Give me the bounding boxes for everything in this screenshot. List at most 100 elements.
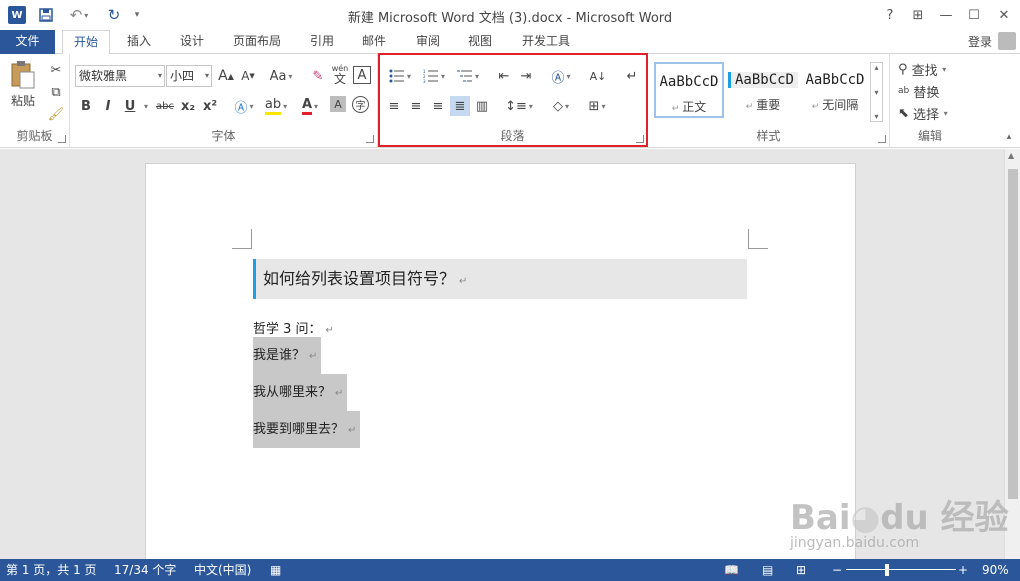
- tab-home[interactable]: 开始: [62, 30, 110, 55]
- maximize-button[interactable]: ☐: [960, 4, 988, 26]
- chevron-up-icon[interactable]: ▲: [1008, 151, 1014, 160]
- grow-font-button[interactable]: A ▲: [216, 66, 236, 86]
- help-button[interactable]: ?: [876, 4, 904, 26]
- format-painter-icon[interactable]: 🖌: [46, 104, 66, 124]
- shading-icon[interactable]: ◇ ▾: [546, 96, 576, 116]
- select-button[interactable]: ⬉ 选择 ▾: [898, 104, 948, 123]
- justify-icon[interactable]: ≣: [450, 96, 470, 116]
- decrease-indent-icon[interactable]: ⇤: [494, 66, 514, 86]
- borders-icon[interactable]: ⊞ ▾: [582, 96, 612, 116]
- align-right-icon[interactable]: ≡: [428, 96, 448, 116]
- style-important[interactable]: AaBbCcD ↵ 重要: [728, 62, 798, 118]
- italic-button[interactable]: I: [98, 96, 118, 116]
- paragraph-launcher-icon[interactable]: [636, 135, 644, 143]
- numbering-icon[interactable]: 1 2 3 ▾: [418, 66, 450, 86]
- font-size-combo[interactable]: 小四 ▾: [166, 65, 212, 87]
- zoom-slider[interactable]: [846, 569, 956, 570]
- web-layout-icon[interactable]: ⊞: [796, 559, 806, 581]
- align-center-icon[interactable]: ≡: [406, 96, 426, 116]
- tab-insert[interactable]: 插入: [116, 30, 162, 54]
- superscript-button[interactable]: x²: [200, 96, 220, 116]
- intro-paragraph[interactable]: 哲学 3 问： ↵: [253, 318, 334, 337]
- text-effects-icon[interactable]: Ⓐ ▾: [230, 96, 258, 116]
- clipboard-launcher-icon[interactable]: [58, 135, 66, 143]
- chevron-down-icon[interactable]: ▾: [874, 88, 878, 97]
- avatar[interactable]: [998, 32, 1016, 50]
- enclose-characters-icon[interactable]: 字: [352, 96, 369, 113]
- page-count[interactable]: 第 1 页，共 1 页: [6, 559, 97, 581]
- list-item[interactable]: 我是谁？ ↵: [253, 337, 322, 374]
- read-mode-icon[interactable]: 📖: [724, 559, 739, 581]
- language-indicator[interactable]: 中文(中国): [194, 559, 251, 581]
- scrollbar-thumb[interactable]: [1008, 169, 1018, 499]
- subscript-button[interactable]: x₂: [178, 96, 198, 116]
- tab-developer[interactable]: 开发工具: [510, 30, 582, 54]
- bullets-icon[interactable]: ▾: [384, 66, 416, 86]
- tab-page-layout[interactable]: 页面布局: [222, 30, 292, 54]
- zoom-out-button[interactable]: −: [832, 559, 842, 581]
- increase-indent-icon[interactable]: ⇥: [516, 66, 536, 86]
- styles-launcher-icon[interactable]: [878, 135, 886, 143]
- character-shading-icon[interactable]: A: [330, 96, 346, 112]
- font-color-icon[interactable]: A ▾: [296, 96, 324, 116]
- character-border-button[interactable]: A: [353, 66, 371, 84]
- sort-icon[interactable]: A↓: [588, 66, 608, 86]
- more-styles-icon[interactable]: ▾: [874, 112, 878, 121]
- tab-mailings[interactable]: 邮件: [352, 30, 396, 54]
- paste-button[interactable]: 粘贴: [6, 58, 40, 110]
- styles-gallery-scroll[interactable]: ▴ ▾ ▾: [870, 62, 883, 122]
- list-item[interactable]: 我要到哪里去？ ↵: [253, 411, 361, 448]
- ribbon-display-options-button[interactable]: ⊞: [904, 4, 932, 26]
- document-heading[interactable]: 如何给列表设置项目符号？ ↵: [253, 259, 747, 299]
- minimize-button[interactable]: —: [932, 4, 960, 26]
- clipboard-group: 粘贴 ✂ ⧉ 🖌 剪贴板: [0, 54, 70, 148]
- style-normal[interactable]: AaBbCcD ↵ 正文: [654, 62, 724, 118]
- clear-formatting-icon[interactable]: ✎: [308, 66, 328, 86]
- paragraph-group: ▾ 1 2 3 ▾ ▾ ⇤ ⇥ Ⓐ ▾ A↓ ↵ ≡ ≡ ≡ ≣ ▥ ↕≡ ▾ ◇ ▾ ⊞ ▾…: [378, 54, 648, 148]
- bold-button[interactable]: B: [76, 96, 96, 116]
- style-name: ↵ 无间隔: [811, 98, 859, 112]
- find-button[interactable]: ⚲ 查找 ▾: [898, 60, 946, 79]
- print-layout-icon[interactable]: ▤: [762, 559, 773, 581]
- underline-button[interactable]: U: [120, 96, 140, 116]
- style-no-spacing[interactable]: AaBbCcD ↵ 无间隔: [800, 62, 870, 118]
- tab-file[interactable]: 文件: [0, 30, 55, 54]
- font-name-combo[interactable]: 微软雅黑 ▾: [75, 65, 165, 87]
- phonetic-guide-button[interactable]: wén 文: [330, 60, 350, 88]
- document-page[interactable]: 如何给列表设置项目符号？ ↵ 哲学 3 问： ↵ 我是谁？ ↵ 我从哪里来？ ↵ 我要到…: [145, 163, 856, 559]
- shrink-font-button[interactable]: A ▼: [238, 66, 258, 86]
- line-spacing-icon[interactable]: ↕≡ ▾: [504, 96, 534, 116]
- show-formatting-marks-icon[interactable]: ↵: [622, 66, 642, 86]
- zoom-in-button[interactable]: +: [958, 559, 968, 581]
- underline-dropdown-icon[interactable]: ▾: [140, 96, 150, 116]
- style-name: ↵ 重要: [745, 98, 781, 112]
- replace-icon: ab: [898, 86, 910, 96]
- font-launcher-icon[interactable]: [366, 135, 374, 143]
- tab-design[interactable]: 设计: [170, 30, 214, 54]
- cut-icon[interactable]: ✂: [46, 60, 66, 80]
- tab-references[interactable]: 引用: [300, 30, 344, 54]
- status-bar: 第 1 页，共 1 页 17/34 个字 中文(中国) ▦ 📖 ▤ ⊞ − + …: [0, 559, 1020, 581]
- chinese-layout-icon[interactable]: Ⓐ ▾: [546, 66, 576, 86]
- highlight-color-icon[interactable]: ab ▾: [262, 96, 290, 116]
- word-count[interactable]: 17/34 个字: [114, 559, 176, 581]
- distributed-icon[interactable]: ▥: [472, 96, 492, 116]
- style-sample: AaBbCcD: [805, 72, 865, 88]
- copy-icon[interactable]: ⧉: [46, 82, 66, 102]
- close-button[interactable]: ✕: [990, 4, 1018, 26]
- strikethrough-button[interactable]: abc: [154, 96, 176, 116]
- zoom-slider-thumb[interactable]: [885, 564, 889, 576]
- replace-button[interactable]: ab 替换: [898, 82, 939, 101]
- chevron-up-icon[interactable]: ▴: [874, 63, 878, 72]
- tab-review[interactable]: 审阅: [406, 30, 450, 54]
- align-left-icon[interactable]: ≡: [384, 96, 404, 116]
- crop-mark: [232, 229, 252, 249]
- change-case-button[interactable]: Aa ▾: [266, 66, 296, 86]
- collapse-ribbon-icon[interactable]: ▴: [1002, 130, 1016, 144]
- zoom-level[interactable]: 90%: [982, 559, 1009, 581]
- macro-record-icon[interactable]: ▦: [270, 559, 281, 581]
- sign-in-link[interactable]: 登录: [968, 33, 992, 50]
- tab-view[interactable]: 视图: [458, 30, 502, 54]
- multilevel-list-icon[interactable]: ▾: [452, 66, 484, 86]
- list-item[interactable]: 我从哪里来？ ↵: [253, 374, 348, 411]
